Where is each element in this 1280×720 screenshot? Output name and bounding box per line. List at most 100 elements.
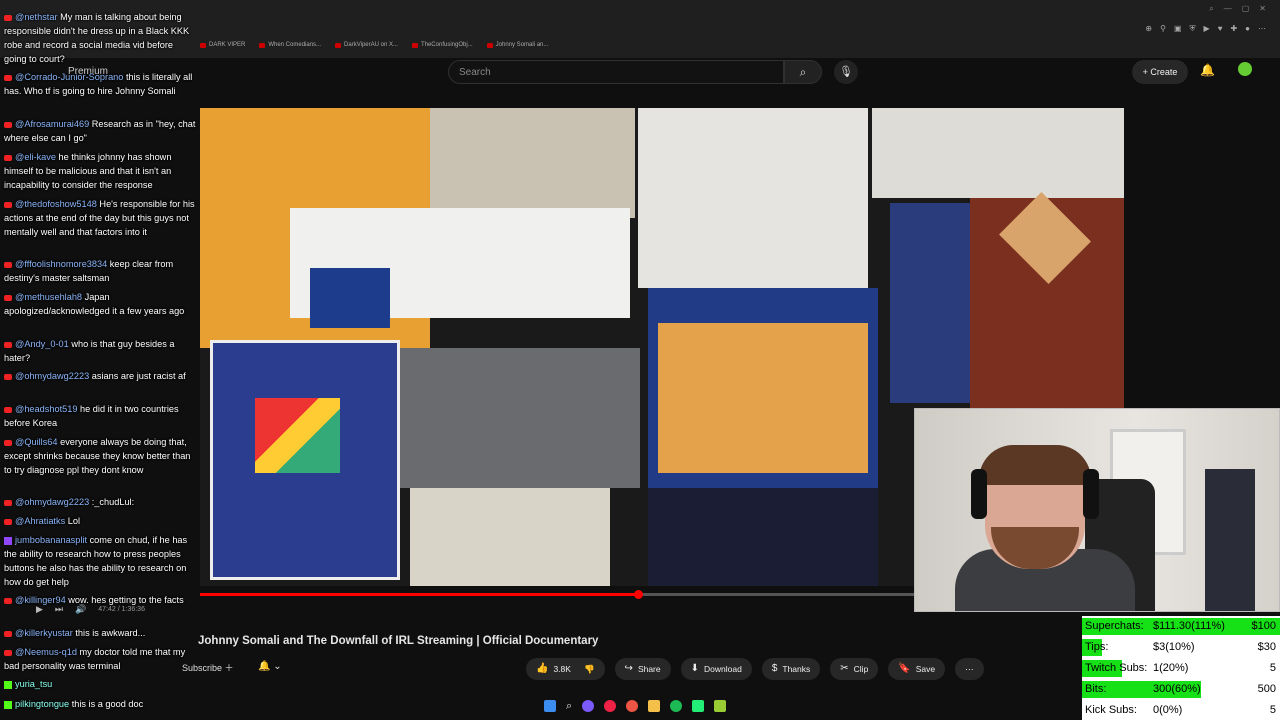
youtube-badge-icon (4, 406, 12, 413)
heart-icon[interactable]: ♥ (1218, 24, 1223, 34)
bookmarks-bar: DARK VIPER When Comedians... DarkViperAU o… (200, 38, 548, 52)
search-icon[interactable]: ⌕ (1209, 4, 1213, 14)
chat-username[interactable]: @thedofoshow5148 (15, 199, 97, 209)
chat-text: wow. hes getting to the facts (65, 595, 184, 605)
search-input[interactable]: Search (448, 60, 784, 84)
xbox-icon[interactable] (692, 700, 705, 712)
bookmark-item[interactable]: DarkViperAU on X... (335, 42, 398, 48)
bookmark-icon (486, 42, 493, 48)
close-icon[interactable]: ✕ (1259, 4, 1266, 14)
chrome-icon[interactable] (626, 700, 639, 712)
chat-username[interactable]: @eli-kave (15, 152, 56, 162)
zoom-icon[interactable]: ⊕ (1145, 24, 1152, 34)
goal-target: 500 (1257, 683, 1276, 695)
profile-icon[interactable]: ● (1245, 24, 1250, 34)
poster-dark-panel (648, 488, 878, 586)
browser-toolbar: ⊕ ⚲ ▣ ⛨ ▶ ♥ ✚ ● ⋯ (1145, 24, 1266, 34)
create-label: Create (1150, 67, 1178, 77)
chat-text: asians are just racist af (89, 371, 186, 381)
chat-username[interactable]: @ohmydawg2223 (15, 497, 89, 507)
chat-text: this is awkward... (72, 628, 146, 638)
search-icon[interactable]: ⌕ (566, 700, 572, 713)
app2-icon[interactable] (714, 700, 727, 712)
chat-username[interactable]: @Ahratiatks (15, 516, 65, 526)
chat-username[interactable]: @headshot519 (15, 404, 77, 414)
youtube-badge-icon (4, 518, 12, 525)
spotify-icon[interactable] (670, 700, 683, 712)
chat-message: @thedofoshow5148 He's responsible for hi… (4, 197, 196, 239)
puzzle-icon[interactable]: ✚ (1230, 24, 1237, 34)
clip-button[interactable]: ✂ Clip (830, 658, 879, 680)
progress-scrubber[interactable] (634, 590, 643, 599)
windows-start-icon[interactable] (544, 700, 556, 712)
youtube-badge-icon (4, 597, 12, 604)
bookmark-item[interactable]: TheConfusingObj... (411, 42, 473, 48)
shield-icon[interactable]: ⛨ (1190, 24, 1196, 34)
share-label: Share (637, 664, 661, 674)
bookmark-item[interactable]: DARK VIPER (200, 42, 245, 48)
thanks-label: Thanks (782, 664, 811, 674)
play-icon[interactable]: ▶ (1204, 24, 1210, 34)
extension-icon[interactable]: ▣ (1174, 24, 1182, 34)
goal-row: Kick Subs: 0(0%) 5 (1082, 700, 1280, 720)
chat-username[interactable]: @fffoolishnomore3834 (15, 259, 107, 269)
chat-username[interactable]: @Quills64 (15, 437, 58, 447)
chat-username[interactable]: @killerkyustar (15, 628, 73, 638)
taskbar: ⌕ (544, 700, 727, 713)
chat-username[interactable]: pilkingtongue (15, 699, 69, 709)
thumbs-down-icon[interactable]: 👎 (584, 658, 595, 680)
notifications-bell-icon[interactable]: 🔔 (1200, 63, 1215, 77)
poster-stamps (638, 108, 868, 288)
chat-username[interactable]: @Afrosamurai469 (15, 119, 89, 129)
create-button[interactable]: + Create (1132, 60, 1188, 84)
chat-username[interactable]: jumbobananasplit (15, 535, 87, 545)
opera-icon[interactable] (604, 700, 617, 712)
menu-icon[interactable]: ⋯ (1258, 24, 1266, 34)
chat-username[interactable]: @killinger94 (15, 595, 66, 605)
channel-bell-icon[interactable]: 🔔 ⌄ (258, 661, 282, 672)
microphone-icon: 🎙 (839, 66, 853, 78)
thanks-button[interactable]: $ Thanks (761, 658, 821, 680)
voice-search-button[interactable]: 🎙 (834, 60, 858, 84)
chat-message: @killerkyustar this is awkward... (4, 626, 196, 640)
minimize-icon[interactable]: — (1224, 4, 1232, 14)
chat-text: this is a good doc (69, 699, 144, 709)
chat-username[interactable]: @nethstar (15, 12, 58, 22)
bookmark-item[interactable]: Johnny Somali an... (486, 42, 548, 48)
goal-row: Tips: $3(10%) $30 (1082, 637, 1280, 657)
chat-username[interactable]: yuria_tsu (15, 679, 52, 689)
video-title: Johnny Somali and The Downfall of IRL St… (198, 635, 599, 647)
chat-username[interactable]: @Corrado-Junior-Soprano (15, 72, 123, 82)
save-button[interactable]: 🔖 Save (888, 658, 946, 680)
kick-badge-icon (4, 700, 12, 709)
app-icon[interactable] (582, 700, 595, 712)
youtube-badge-icon (4, 14, 12, 21)
chat-message: @fffoolishnomore3834 keep clear from des… (4, 257, 196, 285)
chat-username[interactable]: @methusehlah8 (15, 292, 82, 302)
bookmark-label: DarkViperAU on X... (344, 42, 398, 48)
share-button[interactable]: ↪ Share (614, 658, 671, 680)
avatar[interactable] (1238, 62, 1252, 76)
goal-value: $3(10%) (1153, 641, 1195, 653)
goal-label: Tips: (1085, 641, 1109, 653)
like-count: 3.8K (553, 664, 571, 674)
chat-username[interactable]: @Andy_0-01 (15, 339, 69, 349)
chat-username[interactable]: @ohmydawg2223 (15, 371, 89, 381)
donation-goals-panel: Superchats: $111.30(111%) $100 Tips: $3(10%)… (1082, 616, 1280, 720)
download-icon: ⬇ (690, 663, 700, 674)
bookmark-item[interactable]: When Comedians... (259, 42, 321, 48)
like-button[interactable]: 👍 3.8K 👎 (526, 658, 605, 680)
maximize-icon[interactable]: ▢ (1242, 4, 1250, 14)
goal-value: 1(20%) (1153, 662, 1189, 674)
video-actions: 👍 3.8K 👎 ↪ Share ⬇ Download $ Thanks ✂ Clip 🔖 S… (526, 658, 984, 680)
poster-emblem (255, 398, 340, 473)
search-button[interactable]: ⌕ (784, 60, 822, 84)
pin-icon[interactable]: ⚲ (1160, 24, 1166, 34)
more-button[interactable]: ⋯ (955, 658, 984, 680)
download-button[interactable]: ⬇ Download (680, 658, 752, 680)
youtube-badge-icon (4, 373, 12, 380)
youtube-badge-icon (4, 341, 12, 348)
folder-icon[interactable] (648, 700, 661, 712)
chat-username[interactable]: @Neemus-q1d (15, 647, 77, 657)
poster-family-photo (658, 323, 868, 473)
